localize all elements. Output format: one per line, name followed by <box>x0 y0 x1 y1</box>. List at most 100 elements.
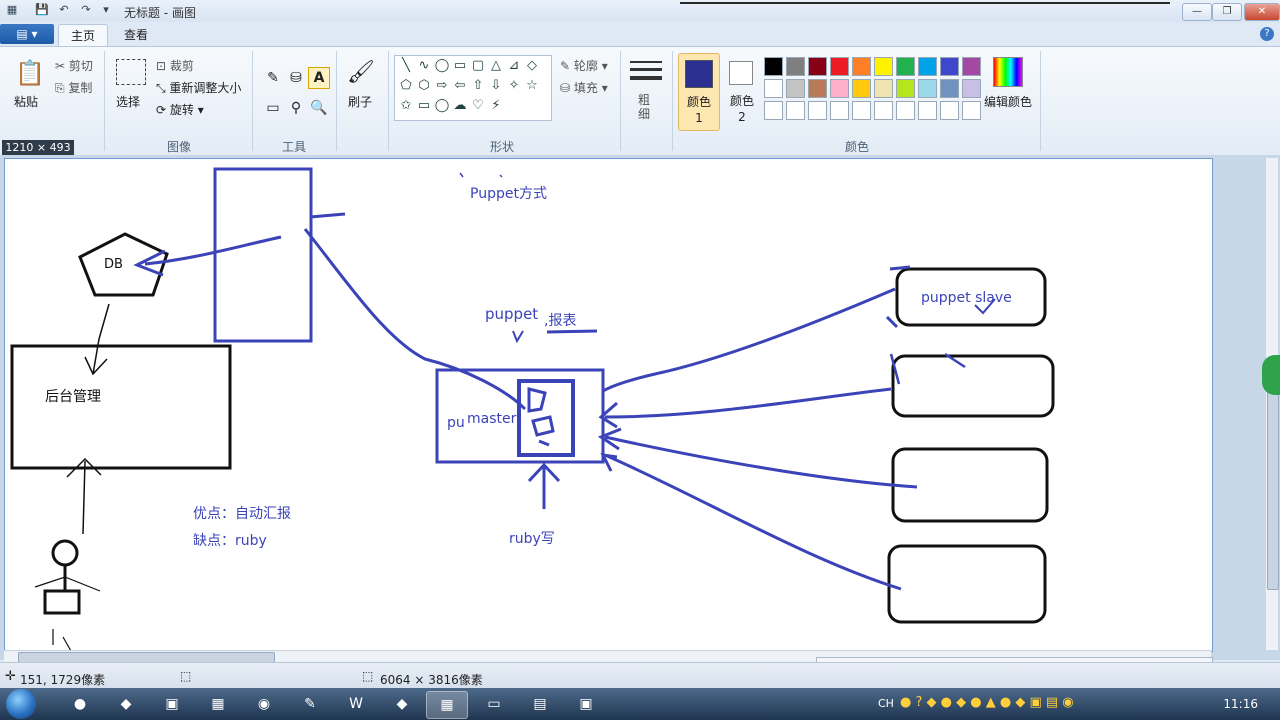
select-button[interactable]: 选择 <box>116 93 140 110</box>
shape-option-icon[interactable]: ▭ <box>416 98 432 114</box>
paint-taskbar-icon[interactable]: ▦ <box>426 691 468 719</box>
redo-icon[interactable]: ↷ <box>78 3 94 17</box>
customize-quick-access-icon[interactable]: ▾ <box>98 3 114 17</box>
save-quick-icon[interactable]: 💾 <box>34 3 50 17</box>
minimize-button[interactable]: — <box>1182 3 1212 21</box>
fill-bucket-icon[interactable]: ⛁ <box>285 67 307 89</box>
color-picker-icon[interactable]: ⚲ <box>285 97 307 119</box>
color-swatch[interactable] <box>962 79 981 98</box>
maximize-button[interactable]: ❐ <box>1212 3 1242 21</box>
brush-button[interactable]: 刷子 <box>348 93 372 110</box>
taskbar-app-4-icon[interactable]: ▦ <box>198 691 238 717</box>
color-swatch[interactable] <box>808 57 827 76</box>
shape-option-icon[interactable]: ⬡ <box>416 78 432 94</box>
pencil-icon[interactable]: ✎ <box>262 67 284 89</box>
custom-color-slot[interactable] <box>852 101 871 120</box>
taskbar-app-8-icon[interactable]: ◆ <box>382 691 422 717</box>
shape-option-icon[interactable]: ☁ <box>452 98 468 114</box>
color-swatch[interactable] <box>764 57 783 76</box>
terminal-icon[interactable]: ▭ <box>474 691 514 717</box>
shape-option-icon[interactable]: ⇨ <box>434 78 450 94</box>
custom-color-slot[interactable] <box>940 101 959 120</box>
taskbar-app-2-icon[interactable]: ◆ <box>106 691 146 717</box>
file-menu-button[interactable]: ▤ ▾ <box>0 24 54 44</box>
shape-option-icon[interactable]: ⊿ <box>506 58 522 74</box>
shape-option-icon[interactable]: ♡ <box>470 98 486 114</box>
help-icon[interactable]: ? <box>1260 27 1274 41</box>
paste-button[interactable]: 粘贴 <box>14 93 38 110</box>
edit-colors-icon[interactable] <box>993 57 1023 87</box>
chrome-icon[interactable]: ◉ <box>244 691 284 717</box>
text-tool-icon[interactable]: A <box>308 67 330 89</box>
color-swatch[interactable] <box>962 57 981 76</box>
custom-color-slot[interactable] <box>764 101 783 120</box>
shape-option-icon[interactable]: ◯ <box>434 98 450 114</box>
cut-button[interactable]: ✂ 剪切 <box>55 57 93 74</box>
close-button[interactable]: ✕ <box>1244 3 1280 21</box>
color1-button[interactable]: 颜色 1 <box>678 53 720 131</box>
drawing-canvas[interactable]: DB 后台管理 优点：自动汇报 缺点：ruby Puppet方式 puppet … <box>4 158 1213 652</box>
custom-color-slot[interactable] <box>896 101 915 120</box>
crop-button[interactable]: ⊡ 裁剪 <box>156 57 194 74</box>
tray-icons[interactable]: ● ? ◆ ● ◆ ● ▲ ● ◆ ▣ ▤ ◉ <box>900 695 1074 710</box>
select-icon[interactable] <box>116 59 146 85</box>
shape-option-icon[interactable]: ⇩ <box>488 78 504 94</box>
shape-option-icon[interactable]: ⇧ <box>470 78 486 94</box>
brush-icon[interactable]: 🖌 <box>345 57 377 89</box>
shape-option-icon[interactable]: ╲ <box>398 58 414 74</box>
color-swatch[interactable] <box>918 79 937 98</box>
outline-button[interactable]: ✎ 轮廓 ▾ <box>560 57 608 74</box>
color-swatch[interactable] <box>918 57 937 76</box>
tab-view[interactable]: 查看 <box>112 24 160 46</box>
shape-option-icon[interactable]: ◇ <box>524 58 540 74</box>
custom-color-slot[interactable] <box>874 101 893 120</box>
input-language[interactable]: CH <box>878 697 894 710</box>
tab-home[interactable]: 主页 <box>58 24 109 47</box>
color-swatch[interactable] <box>896 57 915 76</box>
shape-option-icon[interactable]: ⇦ <box>452 78 468 94</box>
eraser-icon[interactable]: ▭ <box>262 97 284 119</box>
undo-icon[interactable]: ↶ <box>56 3 72 17</box>
taskbar-app-1-icon[interactable]: ● <box>60 691 100 717</box>
clock[interactable]: 11:16 <box>1223 697 1258 711</box>
copy-button[interactable]: ⎘ 复制 <box>55 79 92 96</box>
paint-app-icon[interactable]: ▦ <box>4 3 20 17</box>
shape-option-icon[interactable]: ✩ <box>398 98 414 114</box>
color-swatch[interactable] <box>830 79 849 98</box>
magnifier-icon[interactable]: 🔍 <box>308 97 330 119</box>
folder-icon[interactable]: ▤ <box>520 691 560 717</box>
color-swatch[interactable] <box>874 79 893 98</box>
rotate-button[interactable]: ⟳ 旋转 ▾ <box>156 101 204 118</box>
floating-badge[interactable] <box>1262 355 1280 395</box>
shapes-gallery[interactable]: ╲ ∿ ◯ ▭ ▢ △ ⊿ ◇ ⬠ ⬡ ⇨ ⇦ ⇧ ⇩ ✧ ☆ ✩ ▭ ◯ ☁ ♡ ⚡ <box>394 55 552 121</box>
custom-color-slot[interactable] <box>808 101 827 120</box>
shape-option-icon[interactable]: ⚡ <box>488 98 504 114</box>
fill-button[interactable]: ⛁ 填充 ▾ <box>560 79 608 96</box>
color-swatch[interactable] <box>896 79 915 98</box>
shape-option-icon[interactable]: ∿ <box>416 58 432 74</box>
resize-button[interactable]: ⤡ 重新调整大小 <box>156 79 241 96</box>
color-swatch[interactable] <box>940 57 959 76</box>
edit-colors-button[interactable]: 编辑颜色 <box>984 93 1032 110</box>
paste-icon[interactable]: 📋 <box>14 57 45 89</box>
custom-color-slot[interactable] <box>962 101 981 120</box>
color-swatch[interactable] <box>874 57 893 76</box>
word-icon[interactable]: W <box>336 691 376 717</box>
color-swatch[interactable] <box>764 79 783 98</box>
color-swatch[interactable] <box>852 57 871 76</box>
notepad-icon[interactable]: ✎ <box>290 691 330 717</box>
color-swatch[interactable] <box>786 79 805 98</box>
color-swatch[interactable] <box>808 79 827 98</box>
shape-option-icon[interactable]: △ <box>488 58 504 74</box>
taskbar-app-12-icon[interactable]: ▣ <box>566 691 606 717</box>
shape-option-icon[interactable]: ▢ <box>470 58 486 74</box>
shape-option-icon[interactable]: ⬠ <box>398 78 414 94</box>
vertical-scrollbar[interactable] <box>1266 158 1279 650</box>
color-swatch[interactable] <box>852 79 871 98</box>
shape-option-icon[interactable]: ✧ <box>506 78 522 94</box>
shape-option-icon[interactable]: ▭ <box>452 58 468 74</box>
start-button[interactable] <box>6 689 36 719</box>
taskbar-app-3-icon[interactable]: ▣ <box>152 691 192 717</box>
shape-option-icon[interactable]: ☆ <box>524 78 540 94</box>
custom-color-slot[interactable] <box>918 101 937 120</box>
